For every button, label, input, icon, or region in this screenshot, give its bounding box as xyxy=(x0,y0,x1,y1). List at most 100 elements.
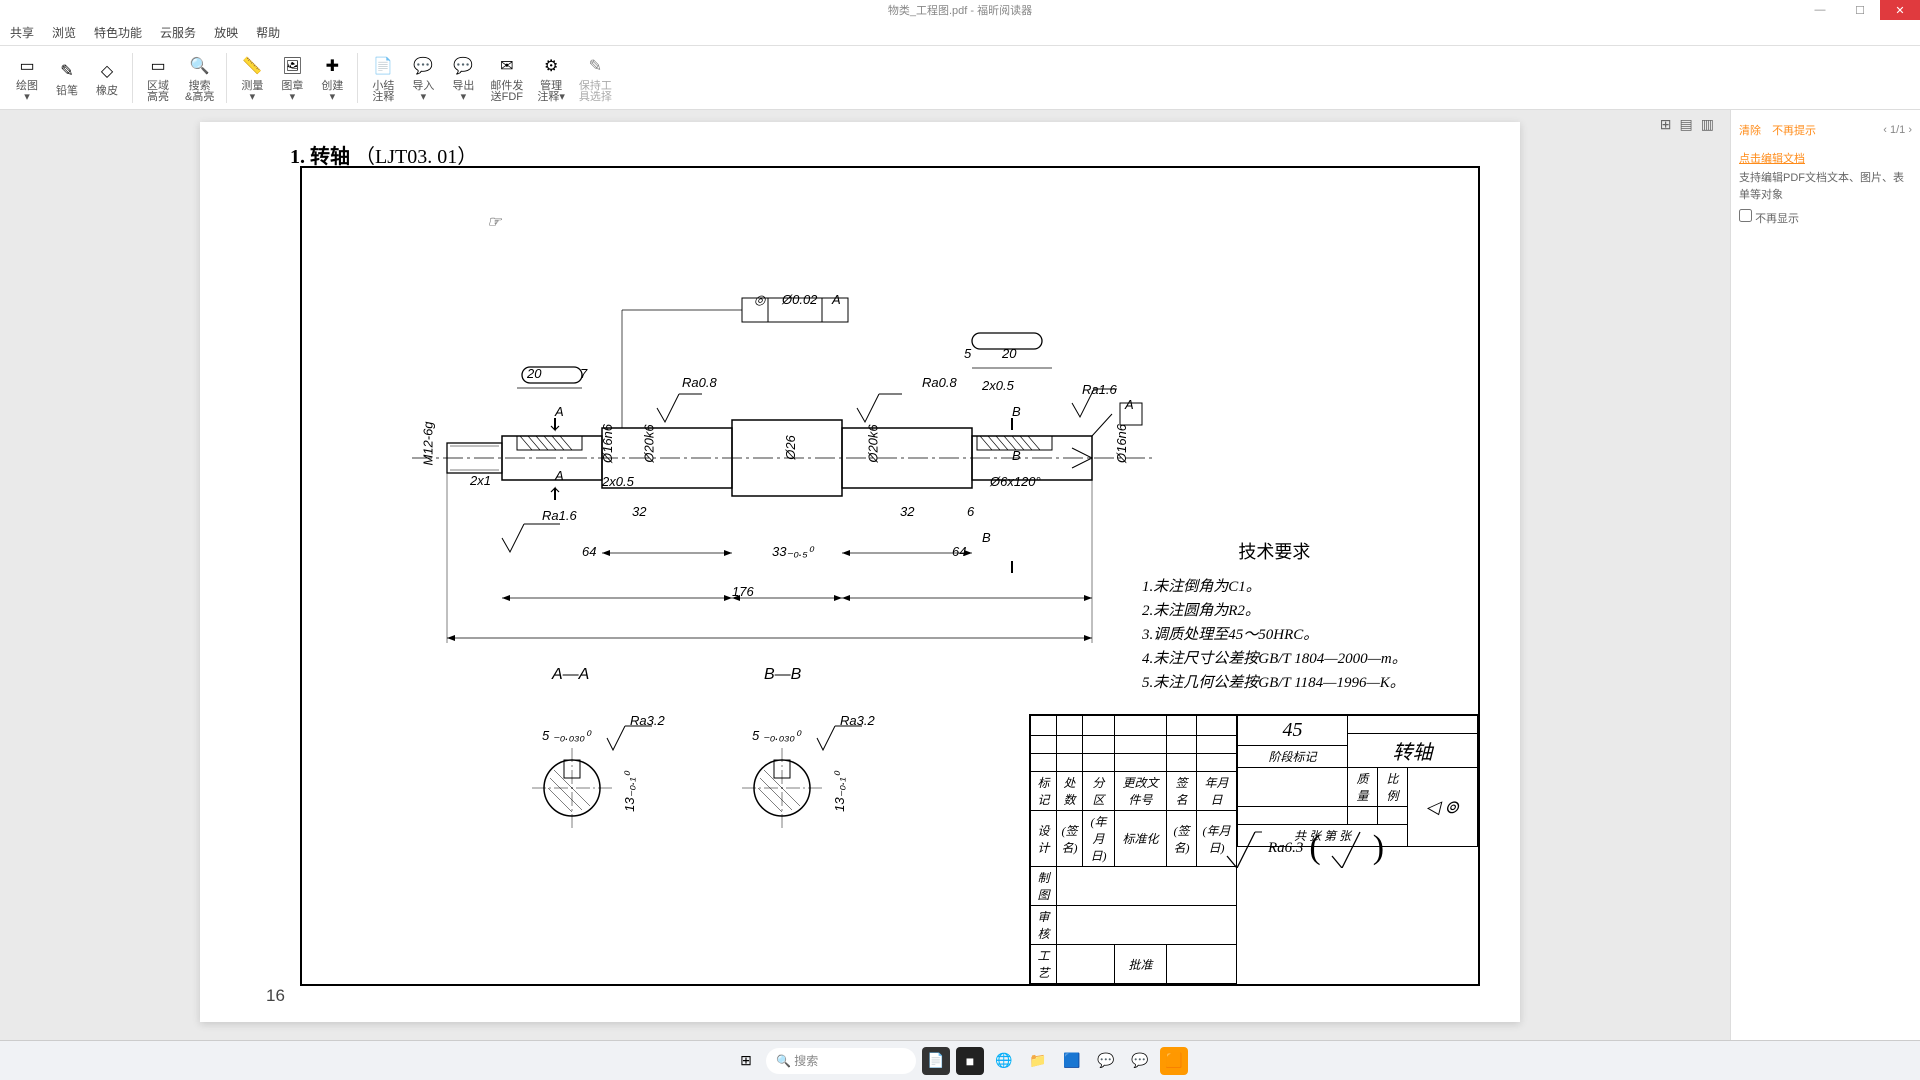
edit-document-link[interactable]: 点击编辑文档 xyxy=(1739,150,1912,166)
section-mark-a-bot: A xyxy=(555,468,564,483)
panel-checkbox-row: 不再显示 xyxy=(1739,209,1912,226)
dim-20-right: 20 xyxy=(1002,346,1016,361)
dim-32r: 32 xyxy=(900,504,914,519)
tool-summary[interactable]: 📄小结 注释 xyxy=(364,51,402,105)
export-icon: 💬 xyxy=(450,53,476,79)
task-app-4[interactable]: 💬 xyxy=(1126,1047,1154,1075)
menu-share[interactable]: 共享 xyxy=(10,24,34,41)
page-number: 16 xyxy=(266,986,285,1006)
panel-dismiss-button[interactable]: 不再提示 xyxy=(1772,125,1816,137)
task-app-1[interactable]: 📄 xyxy=(922,1047,950,1075)
page-heading: 1. 转轴 （LJT03. 01） xyxy=(290,140,477,169)
task-foxit[interactable]: 🟧 xyxy=(1160,1047,1188,1075)
section-mark-b-bot: B xyxy=(982,530,991,545)
task-app-2[interactable]: ■ xyxy=(956,1047,984,1075)
close-button[interactable]: ✕ xyxy=(1880,0,1920,20)
view-single-icon[interactable]: ▤ xyxy=(1680,116,1693,133)
tool-pencil[interactable]: ✎铅笔 xyxy=(48,56,86,99)
view-continuous-icon[interactable]: ▥ xyxy=(1701,116,1714,133)
view-grid-icon[interactable]: ⊞ xyxy=(1660,116,1672,133)
window-controls: — ☐ ✕ xyxy=(1800,0,1920,20)
gear-icon: ⚙ xyxy=(538,53,564,79)
taskbar: ⊞ 🔍 搜索 📄 ■ 🌐 📁 🟦 💬 💬 🟧 xyxy=(0,1040,1920,1080)
dim-20-left: 20 xyxy=(527,366,541,381)
tool-stamp[interactable]: 🖼图章 ▾ xyxy=(273,51,311,105)
pdf-page: 1. 转轴 （LJT03. 01） 16 ☞ xyxy=(200,122,1520,1022)
menu-cloud[interactable]: 云服务 xyxy=(160,24,196,41)
maximize-button[interactable]: ☐ xyxy=(1840,0,1880,20)
title-block-left: 标记处数分区更改文件号签名年月日 设计(签名)(年月日)标准化(签名)(年月日)… xyxy=(1030,715,1237,984)
menu-present[interactable]: 放映 xyxy=(214,24,238,41)
dim-hole: Ø6x120° xyxy=(990,474,1041,489)
title-block-right: 45 转轴 阶段标记 质量比例◁ ⊚ 共 张 第 张 xyxy=(1237,715,1478,847)
section-aa-label: A—A xyxy=(552,666,589,684)
rectangle-icon: ▭ xyxy=(14,53,40,79)
task-browser[interactable]: 🌐 xyxy=(990,1047,1018,1075)
side-panel: 清除 不再提示 ‹ 1/1 › 点击编辑文档 支持编辑PDF文档文本、图片、表单… xyxy=(1730,110,1920,1040)
taskbar-search[interactable]: 🔍 搜索 xyxy=(766,1048,916,1074)
panel-header: 清除 不再提示 ‹ 1/1 › xyxy=(1739,118,1912,142)
dim-2x05l: 2x0.5 xyxy=(602,474,634,489)
nav-prev-icon[interactable]: ‹ xyxy=(1883,124,1887,136)
search-icon: 🔍 xyxy=(187,53,213,79)
dim-64l: 64 xyxy=(582,544,596,559)
task-files[interactable]: 📁 xyxy=(1024,1047,1052,1075)
tool-draw[interactable]: ▭绘图 ▾ xyxy=(8,51,46,105)
shaft-drawing xyxy=(372,218,1172,678)
drawing-frame: ☞ xyxy=(300,166,1480,986)
ra-08l: Ra0.8 xyxy=(682,375,717,390)
panel-page-indicator: 1/1 xyxy=(1890,124,1905,136)
import-icon: 💬 xyxy=(410,53,436,79)
tool-create[interactable]: ✚创建 ▾ xyxy=(313,51,351,105)
tech-req-1: 1.未注倒角为C1。 xyxy=(1142,575,1407,599)
tool-area-highlight[interactable]: ▭区域 高亮 xyxy=(139,51,177,105)
tool-keep-selection[interactable]: ✎保持工 具选择 xyxy=(573,51,618,105)
dim-176: 176 xyxy=(732,584,754,599)
tool-export[interactable]: 💬导出 ▾ xyxy=(444,51,482,105)
tool-import[interactable]: 💬导入 ▾ xyxy=(404,51,442,105)
ruler-icon: 📏 xyxy=(239,53,265,79)
section-mark-b-mid: B xyxy=(1012,448,1021,463)
task-wechat[interactable]: 💬 xyxy=(1092,1047,1120,1075)
datum-a: A xyxy=(1125,397,1134,412)
tool-email-fdf[interactable]: ✉邮件发 送FDF xyxy=(484,51,529,105)
ra-16r: Ra1.6 xyxy=(1082,382,1117,397)
document-viewer[interactable]: ⊞ ▤ ▥ 1. 转轴 （LJT03. 01） 16 ☞ xyxy=(0,110,1730,1040)
menu-help[interactable]: 帮助 xyxy=(256,24,280,41)
dim-32l: 32 xyxy=(632,504,646,519)
tool-manage-comments[interactable]: ⚙管理 注释▾ xyxy=(531,51,571,105)
ra-16l: Ra1.6 xyxy=(542,508,577,523)
panel-clear-button[interactable]: 清除 xyxy=(1739,125,1761,137)
tool-eraser[interactable]: ◇橡皮 xyxy=(88,56,126,99)
geom-tol-ref: A xyxy=(832,292,841,307)
dont-show-checkbox[interactable] xyxy=(1739,209,1752,222)
section-aa-tol5: 5 ₋₀.₀₃₀⁰ xyxy=(542,728,590,744)
dim-64r: 64 xyxy=(952,544,966,559)
menu-bar: 共享 浏览 特色功能 云服务 放映 帮助 xyxy=(0,20,1920,46)
eraser-icon: ◇ xyxy=(94,58,120,84)
mail-icon: ✉ xyxy=(494,53,520,79)
dim-7: 7 xyxy=(580,366,587,381)
tech-req-5: 5.未注几何公差按GB/T 1184—1996—K。 xyxy=(1142,671,1407,695)
dim-33: 33₋₀.₅⁰ xyxy=(772,544,813,560)
pencil-icon: ✎ xyxy=(54,58,80,84)
dim-2x05r: 2x0.5 xyxy=(982,378,1014,393)
nav-next-icon[interactable]: › xyxy=(1908,124,1912,136)
minimize-button[interactable]: — xyxy=(1800,0,1840,20)
section-bb-tol5: 5 ₋₀.₀₃₀⁰ xyxy=(752,728,800,744)
tech-req-title: 技术要求 xyxy=(1142,538,1407,567)
title-bar: 物类_工程图.pdf - 福昕阅读器 — ☐ ✕ xyxy=(0,0,1920,20)
tool-measure[interactable]: 📏测量 ▾ xyxy=(233,51,271,105)
dim-dia20l: Ø20k6 xyxy=(642,424,657,462)
start-button[interactable]: ⊞ xyxy=(732,1047,760,1075)
title-block: 标记处数分区更改文件号签名年月日 设计(签名)(年月日)标准化(签名)(年月日)… xyxy=(1029,714,1478,984)
stamp-icon: 🖼 xyxy=(279,53,305,79)
section-bb-tol13: 13₋₀.₁⁰ xyxy=(832,772,848,812)
highlight-area-icon: ▭ xyxy=(145,53,171,79)
menu-view[interactable]: 浏览 xyxy=(52,24,76,41)
dont-show-label: 不再显示 xyxy=(1755,213,1799,225)
menu-features[interactable]: 特色功能 xyxy=(94,24,142,41)
task-app-3[interactable]: 🟦 xyxy=(1058,1047,1086,1075)
dim-thread: M12-6g xyxy=(421,421,436,465)
tool-search-highlight[interactable]: 🔍搜索 &高亮 xyxy=(179,51,220,105)
